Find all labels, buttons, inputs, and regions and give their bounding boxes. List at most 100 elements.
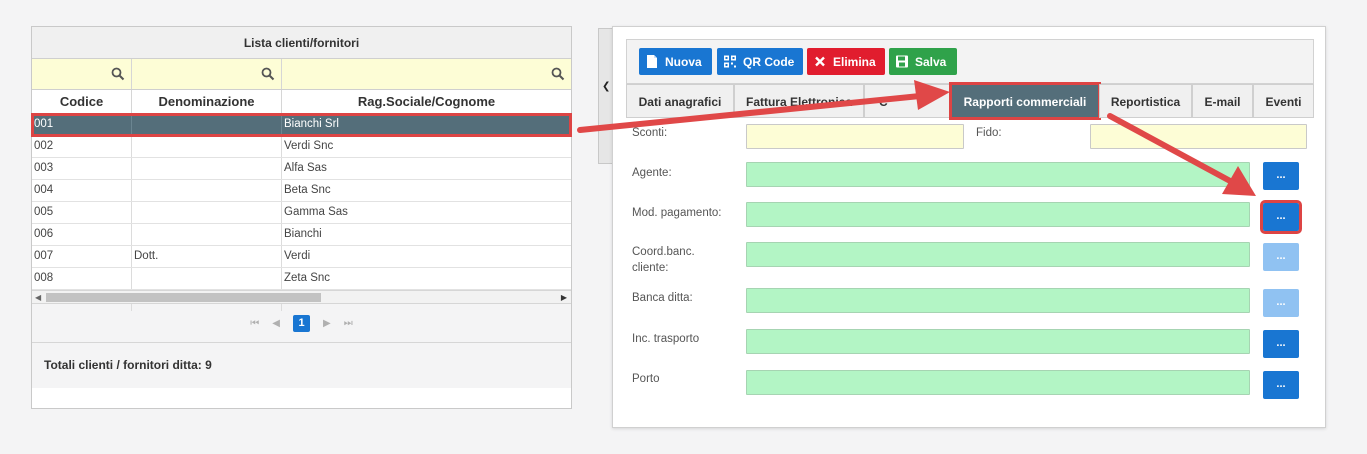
salva-label: Salva	[915, 54, 947, 69]
cell-ragsociale: Verdi Snc	[284, 140, 334, 152]
mod-pagamento-input[interactable]	[746, 202, 1250, 227]
column-header-codice[interactable]: Codice	[32, 90, 132, 113]
chevron-left-icon: ❮	[602, 81, 611, 92]
nuova-button[interactable]: Nuova	[639, 48, 712, 75]
cell-denominazione: Dott.	[132, 246, 282, 267]
first-page-icon[interactable]: ⏮	[250, 318, 259, 329]
cell-ragsociale: Zeta Snc	[284, 272, 331, 284]
scrollbar-thumb[interactable]	[46, 293, 321, 302]
search-icon	[261, 67, 275, 81]
tab-reportistica[interactable]: Reportistica	[1099, 84, 1192, 118]
prev-page-icon[interactable]: ◀	[272, 318, 280, 329]
header-row: Codice Denominazione Rag.Sociale/Cognome	[32, 90, 571, 114]
cell-ragsociale: Bianchi	[284, 228, 322, 240]
search-icon	[551, 67, 565, 81]
cell-codice: 004	[32, 180, 132, 201]
cell-codice: 006	[32, 224, 132, 245]
label-coord-banc: Coord.banc. cliente:	[632, 244, 695, 276]
elimina-button[interactable]: Elimina	[807, 48, 885, 75]
current-page[interactable]: 1	[293, 314, 310, 332]
salva-button[interactable]: Salva	[889, 48, 957, 75]
cell-codice: 002	[32, 136, 132, 157]
search-icon	[111, 67, 125, 81]
cell-codice: 005	[32, 202, 132, 223]
clients-grid: Lista clienti/fornitori Codice Denominaz…	[31, 26, 572, 409]
column-header-denominazione[interactable]: Denominazione	[132, 90, 282, 113]
tab-bar: Dati anagrafici Fattura Elettronica C Ra…	[626, 82, 1314, 120]
table-row[interactable]: 002 Verdi Snc	[32, 136, 571, 158]
cell-codice: 008	[32, 268, 132, 289]
agente-lookup-button[interactable]: ...	[1263, 162, 1299, 190]
label-coord-banc-line2: cliente:	[632, 262, 669, 274]
label-coord-banc-line1: Coord.banc.	[632, 246, 695, 258]
grid-rows: 001 Bianchi Srl 002 Verdi Snc 003 Alfa S…	[31, 113, 572, 312]
filter-codice[interactable]	[32, 59, 132, 89]
cell-denominazione	[132, 114, 282, 135]
next-page-icon[interactable]: ▶	[323, 318, 331, 329]
table-row[interactable]: 003 Alfa Sas	[32, 158, 571, 180]
tab-rapporti-commerciali[interactable]: Rapporti commerciali	[949, 82, 1101, 120]
table-row[interactable]: 004 Beta Snc	[32, 180, 571, 202]
sconti-input[interactable]	[746, 124, 964, 149]
collapse-panel-toggle[interactable]: ❮	[598, 28, 612, 164]
horizontal-scrollbar[interactable]: ◀ ▶	[32, 290, 571, 304]
agente-input[interactable]	[746, 162, 1250, 187]
column-header-ragsociale[interactable]: Rag.Sociale/Cognome	[282, 90, 571, 113]
cell-denominazione	[132, 136, 282, 157]
filter-ragsociale[interactable]	[282, 59, 571, 89]
table-row[interactable]: 006 Bianchi	[32, 224, 571, 246]
inc-trasporto-lookup-button[interactable]: ...	[1263, 330, 1299, 358]
nuova-label: Nuova	[665, 54, 702, 69]
table-row[interactable]: 008 Zeta Snc	[32, 268, 571, 290]
qr-code-label: QR Code	[743, 54, 795, 69]
coord-banc-lookup-button[interactable]: ...	[1263, 243, 1299, 271]
last-page-icon[interactable]: ⏭	[344, 318, 353, 329]
save-icon	[896, 55, 908, 68]
fido-input[interactable]	[1090, 124, 1307, 149]
cell-codice: 007	[32, 246, 132, 267]
cell-denominazione	[132, 224, 282, 245]
toolbar: Nuova QR Code Elimina Salva	[626, 39, 1314, 84]
cell-ragsociale: Gamma Sas	[284, 206, 348, 218]
cell-ragsociale: Verdi	[284, 250, 311, 262]
tab-c[interactable]: C	[864, 84, 950, 118]
cell-ragsociale: Beta Snc	[284, 184, 331, 196]
cell-ragsociale: Bianchi Srl	[284, 118, 339, 130]
table-row[interactable]: 005 Gamma Sas	[32, 202, 571, 224]
cell-denominazione	[132, 180, 282, 201]
inc-trasporto-input[interactable]	[746, 329, 1250, 354]
label-sconti: Sconti:	[632, 127, 668, 139]
filter-denominazione[interactable]	[132, 59, 282, 89]
label-mod-pagamento: Mod. pagamento:	[632, 207, 722, 219]
tab-fattura-elettronica[interactable]: Fattura Elettronica	[734, 84, 864, 118]
label-porto: Porto	[632, 373, 660, 385]
mod-pagamento-lookup-button[interactable]: ...	[1260, 200, 1302, 234]
tab-email[interactable]: E-mail	[1192, 84, 1253, 118]
label-agente: Agente:	[632, 167, 672, 179]
banca-ditta-lookup-button[interactable]: ...	[1263, 289, 1299, 317]
qr-code-button[interactable]: QR Code	[717, 48, 803, 75]
close-icon	[815, 56, 825, 67]
table-row[interactable]: 001 Bianchi Srl	[31, 113, 572, 137]
qr-code-icon	[724, 55, 736, 68]
porto-lookup-button[interactable]: ...	[1263, 371, 1299, 399]
cell-codice: 003	[32, 158, 132, 179]
detail-panel: Nuova QR Code Elimina Salva Dati anagraf…	[612, 26, 1326, 428]
new-file-icon	[647, 55, 657, 68]
cell-ragsociale: Alfa Sas	[284, 162, 327, 174]
filter-row	[32, 59, 571, 90]
banca-ditta-input[interactable]	[746, 288, 1250, 313]
tab-eventi[interactable]: Eventi	[1253, 84, 1314, 118]
label-fido: Fido:	[976, 127, 1002, 139]
scroll-left-icon[interactable]: ◀	[35, 293, 41, 302]
coord-banc-input[interactable]	[746, 242, 1250, 267]
tab-dati-anagrafici[interactable]: Dati anagrafici	[626, 84, 734, 118]
cell-denominazione	[132, 158, 282, 179]
table-row[interactable]: 007 Dott. Verdi	[32, 246, 571, 268]
elimina-label: Elimina	[833, 54, 876, 69]
label-inc-trasporto: Inc. trasporto	[632, 333, 700, 345]
scroll-right-icon[interactable]: ▶	[561, 293, 567, 302]
label-banca-ditta: Banca ditta:	[632, 292, 693, 304]
porto-input[interactable]	[746, 370, 1250, 395]
cell-codice: 001	[32, 114, 132, 135]
